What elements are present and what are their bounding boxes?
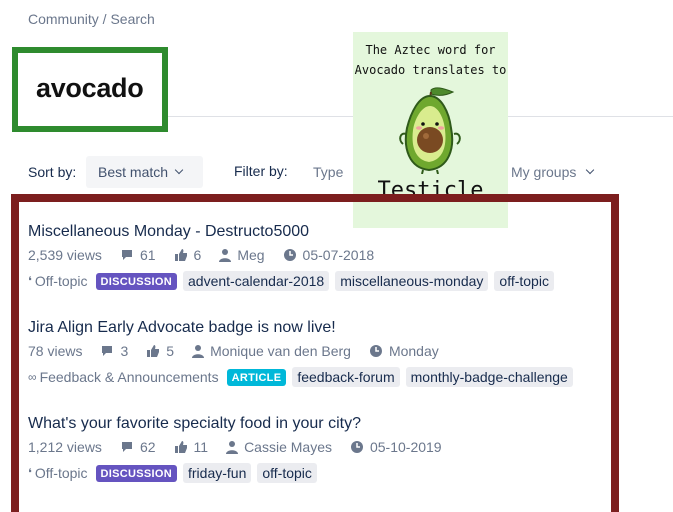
person-icon [219, 249, 232, 262]
clock-icon [283, 249, 296, 261]
person-icon [226, 441, 239, 454]
chevron-down-icon [586, 165, 595, 175]
filter-type-dropdown[interactable]: Type [313, 156, 343, 188]
likes-count: 6 [174, 247, 201, 263]
date: Monday [369, 343, 439, 359]
result-meta: 78 views 3 5 Monique van den Berg Monday [28, 343, 618, 359]
type-badge: ARTICLE [226, 368, 287, 386]
tag[interactable]: advent-calendar-2018 [183, 271, 330, 291]
filter-label: Filter by: [234, 163, 288, 179]
views-count: 2,539 views [28, 247, 102, 263]
author[interactable]: Cassie Mayes [226, 439, 332, 455]
chevron-down-icon [174, 165, 184, 175]
likes-count: 5 [146, 343, 174, 359]
thumbs-up-icon [174, 249, 187, 261]
result-tags: ❛ Off-topic DISCUSSION friday-fun off-top… [28, 463, 618, 483]
sort-label: Sort by: [28, 164, 77, 180]
tag[interactable]: off-topic [494, 271, 554, 291]
comments-count: 61 [120, 247, 156, 263]
type-badge: DISCUSSION [95, 464, 177, 482]
comments-count: 3 [100, 343, 128, 359]
filter-type-label: Type [313, 164, 344, 180]
meme-top-line1: The Aztec word for [365, 43, 496, 57]
search-result[interactable]: Jira Align Early Advocate badge is now l… [28, 319, 618, 387]
tag[interactable]: friday-fun [183, 463, 252, 483]
filter-groups-label: My groups [511, 164, 577, 180]
author[interactable]: Monique van den Berg [192, 343, 351, 359]
sort-select[interactable]: Best match [86, 156, 203, 188]
date: 05-07-2018 [283, 247, 374, 263]
category-link[interactable]: ∞ Feedback & Announcements [28, 369, 219, 385]
comments-count: 62 [120, 439, 156, 455]
tag[interactable]: off-topic [257, 463, 317, 483]
search-result[interactable]: Miscellaneous Monday - Destructo5000 2,5… [28, 223, 618, 291]
result-tags: ❛ Off-topic DISCUSSION advent-calendar-20… [28, 271, 618, 291]
tag[interactable]: monthly-badge-challenge [405, 367, 573, 387]
result-title[interactable]: Jira Align Early Advocate badge is now l… [28, 319, 618, 337]
meme-top-text: The Aztec word for Avocado translates to [353, 40, 508, 80]
comment-icon [102, 346, 113, 356]
breadcrumb[interactable]: Community / Search [28, 11, 155, 27]
person-icon [192, 345, 205, 358]
meme-top-line2: Avocado translates to [354, 63, 507, 77]
clock-icon [350, 441, 363, 453]
result-meta: 1,212 views 62 11 Cassie Mayes 05-10-201… [28, 439, 618, 455]
likes-count: 11 [174, 439, 208, 455]
date: 05-10-2019 [350, 439, 442, 455]
comment-icon [121, 250, 132, 260]
category-link[interactable]: ❛ Off-topic [28, 273, 88, 289]
search-result[interactable]: What's your favorite specialty food in y… [28, 415, 618, 483]
result-meta: 2,539 views 61 6 Meg 05-07-2018 [28, 247, 618, 263]
result-title[interactable]: Miscellaneous Monday - Destructo5000 [28, 223, 618, 241]
search-query-highlight[interactable]: avocado [12, 47, 168, 132]
result-tags: ∞ Feedback & Announcements ARTICLE feedba… [28, 367, 618, 387]
avocado-illustration [399, 87, 461, 174]
thumbs-up-icon [174, 441, 187, 453]
filter-groups-dropdown[interactable]: My groups [511, 156, 595, 188]
infinity-icon: ∞ [28, 370, 37, 384]
views-count: 78 views [28, 343, 83, 359]
tag[interactable]: miscellaneous-monday [335, 271, 489, 291]
author[interactable]: Meg [219, 247, 265, 263]
views-count: 1,212 views [28, 439, 102, 455]
comment-icon [121, 442, 132, 452]
clock-icon [369, 345, 382, 357]
chat-icon: ❛ [28, 466, 32, 480]
thumbs-up-icon [147, 345, 160, 357]
search-input[interactable]: avocado [36, 73, 144, 104]
category-link[interactable]: ❛ Off-topic [28, 465, 88, 481]
type-badge: DISCUSSION [95, 272, 177, 290]
result-title[interactable]: What's your favorite specialty food in y… [28, 415, 618, 433]
chat-icon: ❛ [28, 274, 32, 288]
sort-value: Best match [98, 164, 169, 180]
tag[interactable]: feedback-forum [292, 367, 400, 387]
